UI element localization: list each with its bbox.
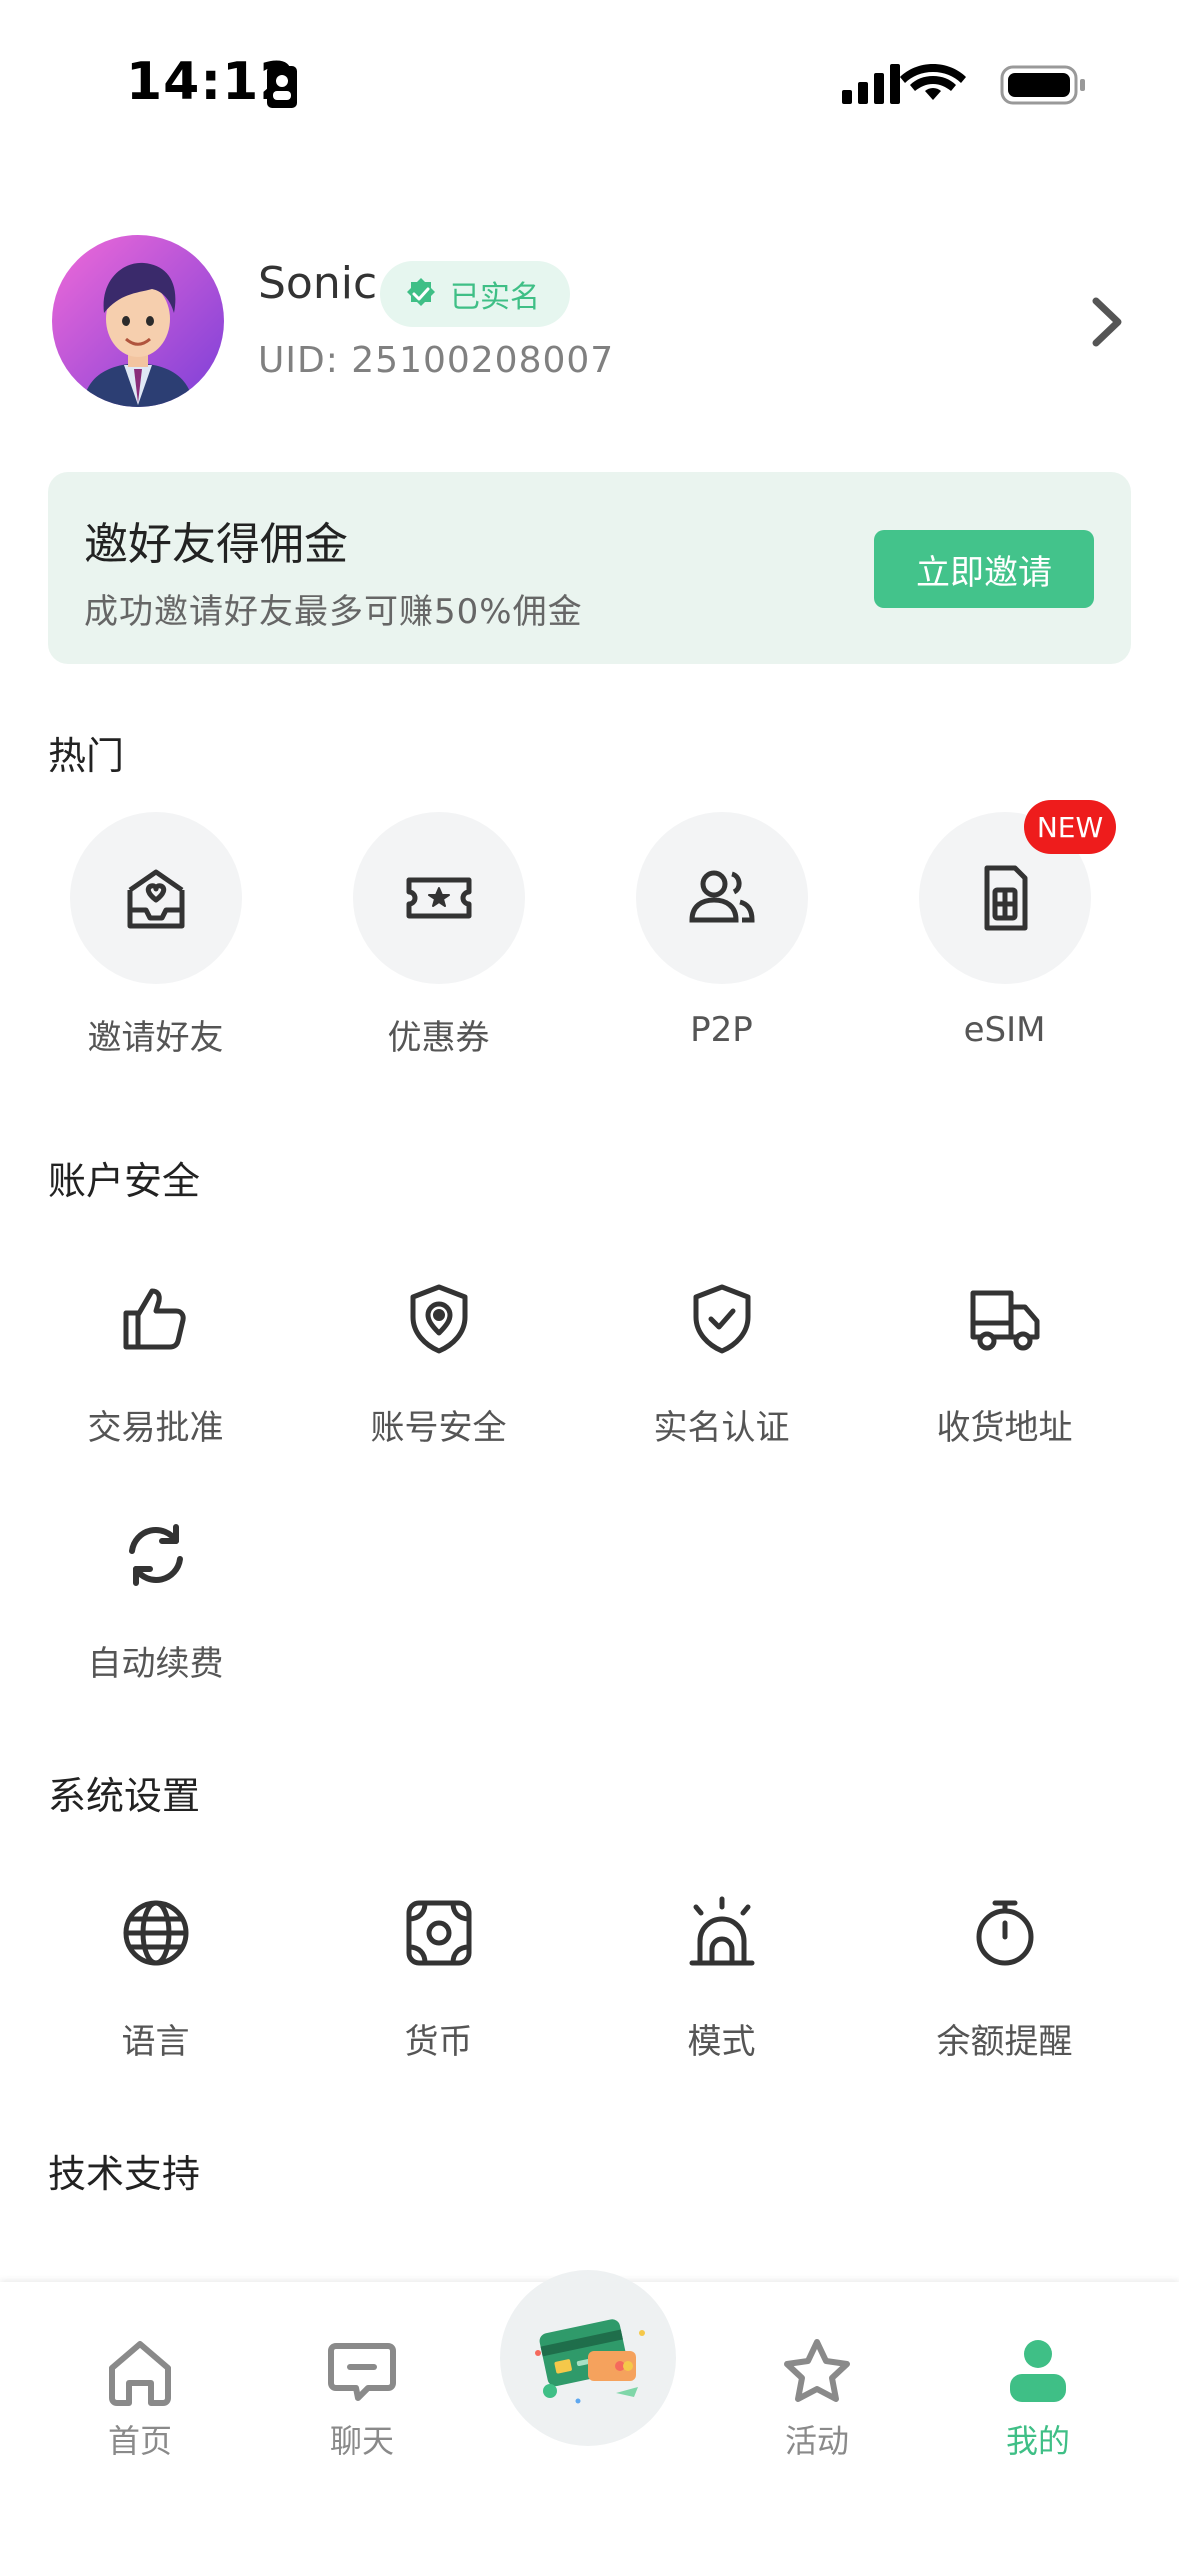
sunrise-icon [636,1878,808,1988]
star-icon [784,2339,850,2402]
tab-center-card[interactable] [500,2270,676,2446]
banner-subtitle: 成功邀请好友最多可赚50%佣金 [84,592,583,632]
security-item-label: 交易批准 [87,1408,224,1448]
chat-icon [328,2343,396,2401]
thumbs-up-icon [70,1264,242,1374]
hot-item-invite[interactable]: 邀请好友 [14,812,297,1059]
status-icons [840,62,1090,116]
battery-icon [1000,65,1085,105]
section-title-system-settings: 系统设置 [48,1774,201,1818]
settings-item-label: 货币 [404,2022,473,2062]
tab-chat[interactable]: 聊天 [282,2336,442,2462]
chevron-right-icon[interactable] [1090,295,1124,353]
security-item-account-security[interactable]: 账号安全 [297,1264,580,1449]
section-title-tech-support: 技术支持 [48,2152,201,2196]
users-icon [635,812,808,984]
uid: UID: 25100208007 [258,340,615,381]
person-icon [1010,2340,1066,2402]
tab-label: 我的 [1005,2422,1070,2460]
settings-item-label: 语言 [121,2022,190,2062]
truck-icon [919,1264,1091,1374]
verified-check-icon [407,278,435,306]
tab-activity[interactable]: 活动 [737,2336,897,2462]
security-item-trade-approval[interactable]: 交易批准 [14,1264,297,1449]
settings-item-language[interactable]: 语言 [14,1878,297,2063]
hot-item-label: 优惠券 [387,1018,490,1058]
shield-location-icon [353,1264,525,1374]
id-card-icon [266,65,298,113]
tab-mine[interactable]: 我的 [958,2336,1118,2462]
security-item-label: 自动续费 [87,1644,224,1684]
security-item-label: 收货地址 [936,1408,1073,1448]
security-item-real-name[interactable]: 实名认证 [580,1264,863,1449]
security-item-shipping-address[interactable]: 收货地址 [863,1264,1146,1449]
card-illustration-icon [535,2319,645,2404]
settings-item-balance-alert[interactable]: 余额提醒 [863,1878,1146,2063]
banner-title: 邀好友得佣金 [84,519,348,570]
stopwatch-icon [919,1878,1091,1988]
verified-label: 已实名 [450,280,540,315]
hot-item-label: 邀请好友 [87,1018,224,1058]
globe-icon [70,1878,242,1988]
security-item-auto-renew[interactable]: 自动续费 [14,1500,297,1685]
home-icon [109,2341,171,2406]
security-item-label: 实名认证 [653,1408,790,1448]
shield-check-icon [636,1264,808,1374]
settings-item-mode[interactable]: 模式 [580,1878,863,2063]
tab-label: 聊天 [329,2422,394,2460]
new-badge: NEW [1024,800,1116,854]
settings-item-label: 模式 [687,2022,756,2062]
hot-item-label: eSIM [963,1010,1046,1050]
section-title-account-security: 账户安全 [48,1159,201,1203]
hot-item-p2p[interactable]: P2P [580,812,863,1050]
section-title-hot: 热门 [48,734,125,778]
settings-item-label: 余额提醒 [936,2022,1073,2062]
security-item-label: 账号安全 [370,1408,507,1448]
signal-icon [842,64,900,104]
hot-item-coupon[interactable]: 优惠券 [297,812,580,1059]
tab-label: 活动 [784,2422,849,2460]
invite-now-button[interactable]: 立即邀请 [874,530,1094,608]
verified-badge: 已实名 [380,261,570,327]
avatar[interactable] [52,235,224,407]
username: Sonic [258,258,378,309]
tab-label: 首页 [107,2422,172,2460]
wifi-icon [900,64,966,100]
money-icon [353,1878,525,1988]
hot-item-label: P2P [690,1010,753,1050]
envelope-heart-icon [69,812,242,984]
invite-banner: 邀好友得佣金 成功邀请好友最多可赚50%佣金 立即邀请 [48,472,1131,664]
ticket-icon [352,812,525,984]
refresh-icon [70,1500,242,1610]
settings-item-currency[interactable]: 货币 [297,1878,580,2063]
tab-home[interactable]: 首页 [60,2336,220,2462]
